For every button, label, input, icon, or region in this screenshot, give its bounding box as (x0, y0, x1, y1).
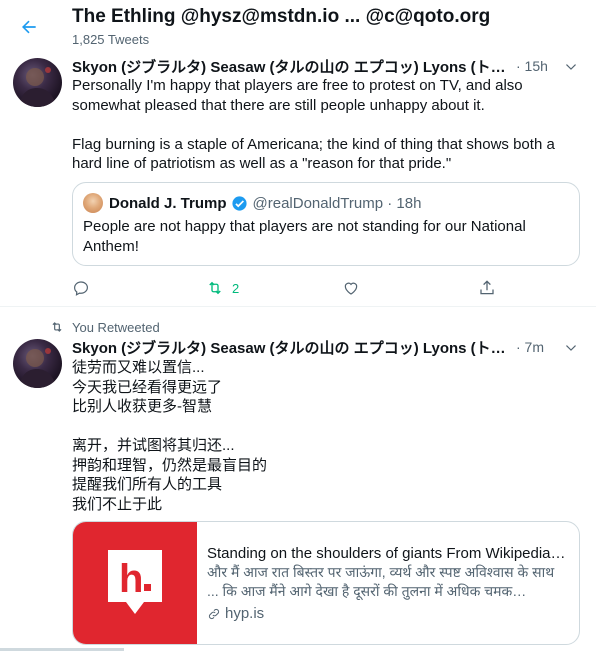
retweet-count: 2 (232, 280, 240, 296)
quoted-avatar[interactable] (83, 193, 103, 213)
tweet-count: 1,825 Tweets (72, 32, 150, 47)
share-button[interactable] (478, 278, 496, 298)
retweet-button[interactable]: 2 (206, 278, 239, 298)
hypothesis-logo: h (108, 550, 162, 614)
more-options-button[interactable] (562, 58, 580, 76)
quoted-tweet[interactable]: Donald J. Trump @realDonaldTrump · 18h P… (72, 182, 580, 266)
profile-header: The Ethling @hysz@mstdn.io ... @c@qoto.o… (0, 0, 596, 54)
avatar-image (19, 348, 56, 388)
verified-badge-icon (231, 195, 248, 212)
link-card[interactable]: h Standing on the shoulders of giants Fr… (72, 521, 580, 645)
avatar-image (19, 67, 56, 107)
author-name[interactable]: Skyon (ジブラルタ) Seasaw (タルの山の エプコッ) Lyons … (72, 56, 510, 77)
chevron-down-icon (566, 345, 576, 351)
like-button[interactable] (342, 278, 360, 298)
card-title: Standing on the shoulders of giants From… (207, 545, 569, 562)
retweet-icon (209, 281, 221, 295)
retweeted-indicator: You Retweeted (50, 319, 160, 335)
avatar[interactable] (13, 58, 62, 107)
chevron-down-icon (566, 64, 576, 70)
tweet-time[interactable]: · 7m (516, 339, 544, 355)
quoted-author-name[interactable]: Donald J. Trump (109, 195, 227, 212)
tweet-text: 徒劳而又难以置信... 今天我已经看得更远了 比别人收获更多-智慧 离开，并试图… (72, 359, 268, 513)
back-arrow-icon (22, 20, 36, 34)
card-domain: hyp.is (225, 605, 265, 622)
tweet-text: Personally I'm happy that players are fr… (72, 77, 555, 172)
more-options-button[interactable] (562, 339, 580, 357)
reply-button[interactable] (72, 278, 90, 298)
quoted-text: People are not happy that players are no… (83, 218, 526, 255)
back-button[interactable] (14, 12, 44, 42)
tweet-time[interactable]: · 15h (516, 58, 548, 74)
profile-title: The Ethling @hysz@mstdn.io ... @c@qoto.o… (72, 6, 491, 27)
retweeted-label: You Retweeted (72, 319, 160, 335)
reply-icon (74, 281, 88, 296)
card-description: और मैं आज रात बिस्तर पर जाऊंगा, व्यर्थ औ… (207, 564, 555, 599)
quoted-handle-time: @realDonaldTrump · 18h (252, 194, 422, 212)
tweet[interactable]: Skyon (ジブラルタ) Seasaw (タルの山の エプコッ) Lyons … (0, 54, 596, 306)
like-icon (344, 282, 358, 295)
tweet-actions: 2 (72, 278, 512, 298)
card-image: h (73, 522, 197, 644)
retweet-icon (52, 322, 62, 332)
share-icon (480, 280, 494, 295)
avatar[interactable] (13, 339, 62, 388)
tweet[interactable]: You Retweeted Skyon (ジブラルタ) Seasaw (タルの山… (0, 307, 596, 651)
author-name[interactable]: Skyon (ジブラルタ) Seasaw (タルの山の エプコッ) Lyons … (72, 337, 510, 358)
svg-text:h: h (119, 557, 143, 601)
link-icon (208, 608, 220, 619)
